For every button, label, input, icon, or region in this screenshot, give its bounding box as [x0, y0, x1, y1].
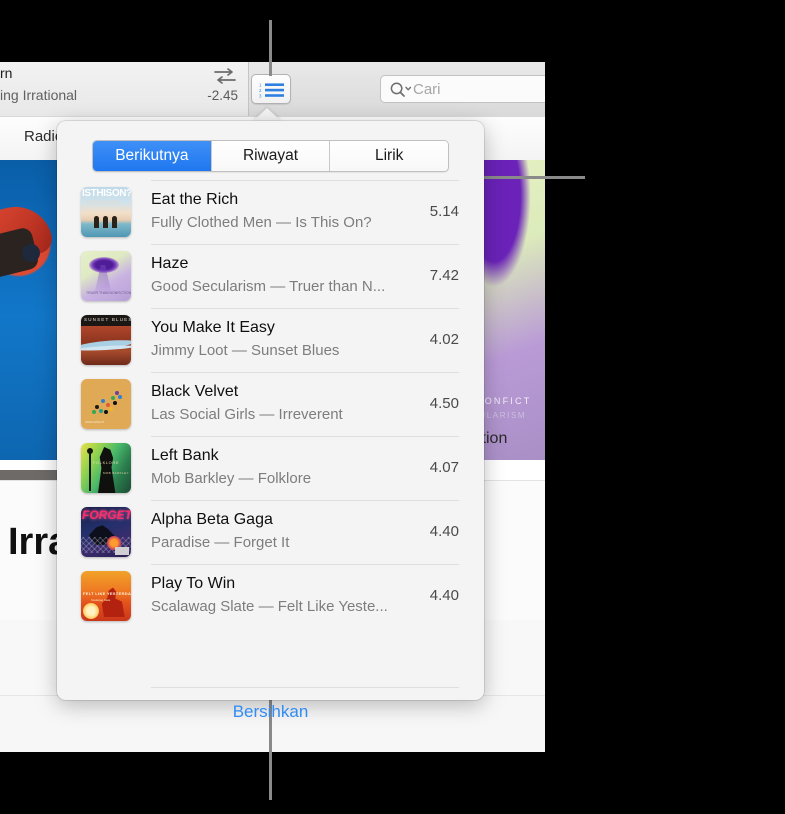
row-separator — [151, 564, 459, 565]
track-title: Left Bank — [151, 447, 219, 464]
repeat-icon[interactable] — [212, 66, 238, 86]
track-duration: 5.14 — [429, 203, 459, 220]
track-title: Play To Win — [151, 575, 236, 592]
track-title: Alpha Beta Gaga — [151, 511, 273, 528]
blue-car-artwork[interactable] — [0, 160, 62, 460]
track-duration: 4.02 — [429, 331, 459, 348]
track-subtitle: Fully Clothed Men — Is This On? — [151, 214, 372, 231]
track-duration: 4.40 — [429, 523, 459, 540]
up-next-track-list: ISTHISON? Fully Clothed Men Eat the Rich… — [57, 180, 484, 721]
artwork-text-secondary: Scalawag Slate — [91, 598, 111, 602]
artwork-text-secondary: Fully Clothed Men — [87, 199, 120, 204]
car-wheel-shape — [22, 244, 40, 262]
table-row[interactable]: FORGET IT Alpha Beta Gaga Paradise — For… — [57, 500, 484, 564]
screenshot-stage: rn ing Irrational -2.45 1 2 3 Cari Radio… — [0, 0, 785, 814]
artwork-text-primary: FOLKLORE — [93, 460, 120, 465]
track-title: You Make It Easy — [151, 319, 275, 336]
popover-arrow — [252, 108, 282, 122]
tab-history[interactable]: Riwayat — [211, 141, 331, 171]
clear-button[interactable]: Bersihkan — [57, 702, 484, 722]
track-title: Black Velvet — [151, 383, 239, 400]
table-row[interactable]: FOLKLORE MOB BARKLEY Left Bank Mob Barkl… — [57, 436, 484, 500]
row-separator — [151, 244, 459, 245]
row-separator — [151, 308, 459, 309]
artwork-text-primary: ISTHISON? — [82, 188, 131, 199]
felt-like-yesterday-artwork: FELT LIKE YESTERDAY Scalawag Slate — [81, 571, 131, 621]
row-separator — [151, 372, 459, 373]
time-remaining: -2.45 — [207, 88, 238, 103]
tab-lyrics[interactable]: Lirik — [330, 141, 448, 171]
svg-text:3: 3 — [259, 94, 262, 98]
is-this-on-artwork: ISTHISON? Fully Clothed Men — [81, 187, 131, 237]
tab-up-next[interactable]: Berikutnya — [93, 141, 212, 171]
track-subtitle: Scalawag Slate — Felt Like Yeste... — [151, 598, 388, 615]
table-row[interactable]: SUNSET BLUES You Make It Easy Jimmy Loot… — [57, 308, 484, 372]
list-bottom-separator — [151, 687, 459, 688]
track-duration: 4.07 — [429, 459, 459, 476]
track-subtitle: Mob Barkley — Folklore — [151, 470, 312, 487]
row-separator — [151, 436, 459, 437]
search-icon[interactable] — [389, 81, 413, 99]
nonfiction-artwork-text-primary: NONFICT — [476, 396, 532, 406]
track-duration: 4.40 — [429, 587, 459, 604]
artwork-text-primary: SUNSET BLUES — [84, 317, 131, 322]
truer-than-nonfiction-artwork: TRUER THAN NONFICTION — [81, 251, 131, 301]
up-next-list-icon: 1 2 3 — [259, 83, 284, 98]
folklore-artwork: FOLKLORE MOB BARKLEY — [81, 443, 131, 493]
callout-line-up-next-button — [269, 20, 272, 76]
now-playing-subtitle: ing Irrational — [0, 87, 78, 103]
search-input[interactable]: Cari — [380, 75, 545, 103]
now-playing-title: rn — [0, 65, 13, 81]
track-title: Eat the Rich — [151, 191, 239, 208]
up-next-popover: Berikutnya Riwayat Lirik ISTHISON? Fully… — [57, 121, 484, 721]
svg-text:2: 2 — [259, 88, 262, 93]
table-row[interactable]: TRUER THAN NONFICTION Haze Good Seculari… — [57, 244, 484, 308]
sunset-blues-artwork: SUNSET BLUES — [81, 315, 131, 365]
svg-text:1: 1 — [259, 83, 262, 88]
search-placeholder: Cari — [413, 81, 441, 98]
irreverent-artwork: IRREVERENT — [81, 379, 131, 429]
artwork-text-primary: FELT LIKE YESTERDAY — [83, 591, 131, 596]
hero-strip-dark — [0, 470, 62, 480]
table-row[interactable]: ISTHISON? Fully Clothed Men Eat the Rich… — [57, 180, 484, 244]
artwork-text-primary: IRREVERENT — [85, 420, 105, 424]
artwork-text-primary: FORGET IT — [82, 508, 131, 522]
row-separator — [151, 180, 459, 181]
artwork-text-primary: TRUER THAN NONFICTION — [86, 291, 131, 295]
track-duration: 4.50 — [429, 395, 459, 412]
forget-it-artwork: FORGET IT — [81, 507, 131, 557]
table-row[interactable]: IRREVERENT Black Velvet Las Social Girls… — [57, 372, 484, 436]
track-subtitle: Jimmy Loot — Sunset Blues — [151, 342, 340, 359]
now-playing-display[interactable]: rn ing Irrational -2.45 — [0, 62, 249, 116]
table-row[interactable]: FELT LIKE YESTERDAY Scalawag Slate Play … — [57, 564, 484, 628]
up-next-button[interactable]: 1 2 3 — [251, 74, 291, 104]
track-duration: 7.42 — [429, 267, 459, 284]
track-subtitle: Las Social Girls — Irreverent — [151, 406, 343, 423]
track-subtitle: Good Secularism — Truer than N... — [151, 278, 386, 295]
track-subtitle: Paradise — Forget It — [151, 534, 290, 551]
popover-tab-bar: Berikutnya Riwayat Lirik — [92, 140, 449, 172]
row-separator — [151, 500, 459, 501]
artwork-text-secondary: MOB BARKLEY — [103, 471, 129, 475]
track-title: Haze — [151, 255, 189, 272]
